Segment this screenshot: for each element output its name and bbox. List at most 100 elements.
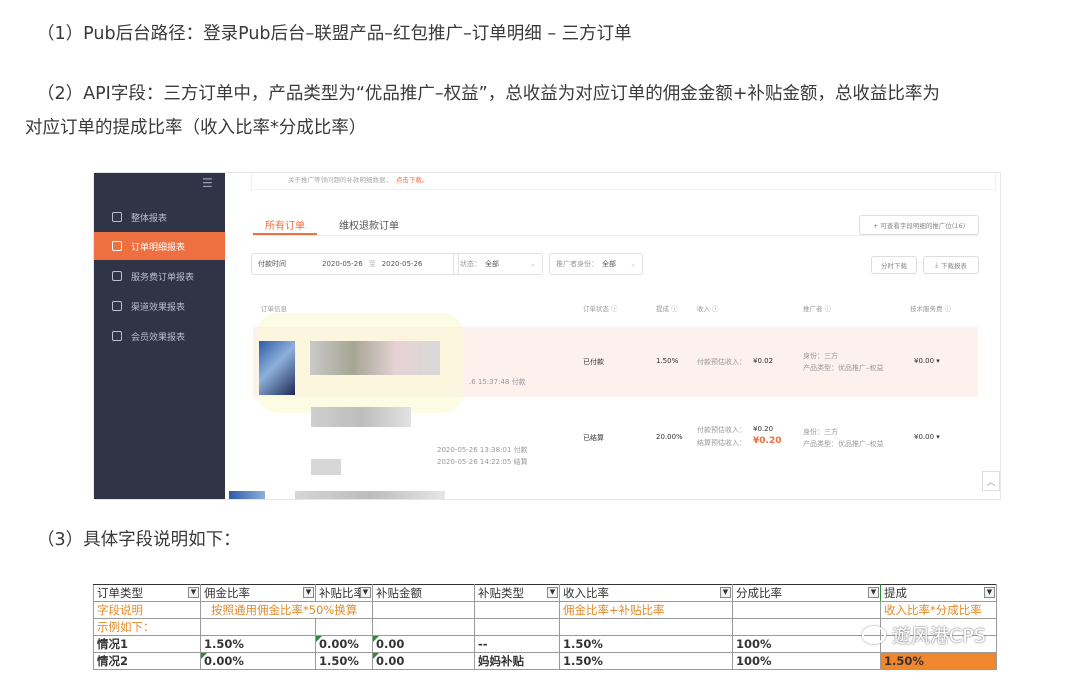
promoter-role: 身份：三方 (803, 428, 838, 436)
promoter-role: 身份：三方 (803, 352, 838, 360)
table-cell (559, 618, 733, 636)
table-cell (474, 618, 560, 636)
header-cell[interactable]: 补贴类型 ▼ (474, 584, 560, 602)
blurred-thumbnail (229, 491, 265, 499)
tech-fee[interactable]: ¥0.00 ▾ (914, 433, 940, 441)
filter-dropdown-icon[interactable]: ▼ (303, 587, 314, 598)
table-cell: 1.50% (559, 635, 733, 653)
table-row: 情况2 0.00% 1.50% 0.00 妈妈补贴 1.50% 100% 1.5… (93, 652, 997, 670)
blurred-title (310, 341, 440, 375)
blurred-thumbnail (311, 459, 341, 475)
sidebar-item-label: 整体报表 (131, 213, 168, 224)
table-cell (732, 601, 881, 619)
filter-dropdown-icon[interactable]: ▼ (547, 587, 558, 598)
income-value: ¥0.20 (753, 425, 774, 433)
header-label: 补贴金额 (376, 586, 422, 600)
income-value: ¥0.02 (753, 357, 774, 365)
header-label: 补贴类型 (478, 586, 524, 600)
filter-dropdown-icon[interactable]: ▼ (360, 587, 371, 598)
income-label: 付款预估收入： (697, 426, 746, 434)
menu-icon[interactable]: ☰ (202, 176, 213, 190)
sidebar-item-label: 会员效果报表 (131, 332, 186, 343)
date-to-input[interactable]: 2020-05-26 (382, 260, 423, 268)
sidebar-item-label: 渠道效果报表 (131, 302, 186, 313)
sidebar-item-service-fee[interactable]: 服务费订单报表 (94, 262, 225, 290)
header-cell[interactable]: 补贴比率 ▼ (315, 584, 373, 602)
order-status: 已付款 (583, 358, 604, 366)
tab-refund-orders[interactable]: 维权退款订单 (339, 217, 399, 232)
sidebar: ☰ 整体报表 订单明细报表 服务费订单报表 渠道效果报表 会员效果报表 (94, 173, 225, 499)
order-time: .6 15:37:48 付款 (469, 378, 526, 386)
tab-divider (253, 235, 978, 236)
header-label: 收入比率 (563, 586, 609, 600)
table-cell: 情况2 (93, 652, 201, 670)
header-cell[interactable]: 提成 ▼ (880, 584, 997, 602)
table-cell: 1.50% (880, 652, 997, 670)
table-cell: 按照通用佣金比率*50%换算 (200, 601, 373, 619)
header-label: 分成比率 (736, 586, 782, 600)
watermark-text: 遊风港CPS (892, 625, 986, 647)
sidebar-item-overview[interactable]: 整体报表 (94, 203, 225, 231)
blurred-title (295, 491, 445, 499)
table-cell: 100% (732, 635, 881, 653)
table-cell: 字段说明 (93, 601, 201, 619)
table-cell: 示例如下： (93, 618, 201, 636)
table-cell (732, 618, 881, 636)
sidebar-item-channel[interactable]: 渠道效果报表 (94, 292, 225, 320)
col-tech-fee: 技术服务费 ⓘ (910, 305, 952, 313)
role-filter[interactable]: 推广者身份： 全部 ⌄ (549, 253, 643, 275)
sidebar-item-member[interactable]: 会员效果报表 (94, 322, 225, 350)
tech-fee[interactable]: ¥0.00 ▾ (914, 357, 940, 365)
tab-all-orders[interactable]: 所有订单 (265, 217, 305, 232)
notice-download-link[interactable]: 点击下载。 (396, 176, 429, 184)
view-promotion-slots-button[interactable]: + 可查看字段明细的推广位(16) (859, 215, 979, 235)
order-rate: 1.50% (656, 357, 679, 365)
col-rate: 提成 ⓘ (656, 305, 678, 313)
promoter-product-type: 产品类型：优品推广–权益 (803, 364, 884, 372)
date-from-input[interactable]: 2020-05-26 (322, 260, 363, 268)
time-filter[interactable]: 付款时间 2020-05-26 至 2020-05-26 (251, 253, 459, 275)
notice-bar: 关于推广等领问题的补款明细数据， 点击下载。 (251, 173, 996, 190)
timed-download-button[interactable]: 分时下载 (871, 256, 917, 274)
blurred-title (311, 407, 411, 427)
paragraph-field-description: （3）具体字段说明如下： (37, 530, 241, 550)
sidebar-item-order-detail[interactable]: 订单明细报表 (94, 232, 225, 260)
table-cell: 妈妈补贴 (474, 652, 560, 670)
header-label: 佣金比率 (204, 586, 250, 600)
download-icon: ⤓ (935, 260, 938, 269)
status-value: 全部 (485, 260, 499, 268)
date-separator: 至 (368, 260, 376, 268)
download-report-label: 下载报表 (940, 262, 967, 270)
paragraph-api-fields: （2）API字段：三方订单中，产品类型为“优品推广–权益”，总收益为对应订单的佣… (37, 84, 940, 104)
header-cell[interactable]: 分成比率 ▼ (732, 584, 881, 602)
watermark: 遊风港CPS (862, 621, 986, 648)
filter-dropdown-icon[interactable]: ▼ (868, 587, 879, 598)
paragraph-path: （1）Pub后台路径：登录Pub后台–联盟产品–红包推广–订单明细 – 三方订单 (37, 24, 632, 44)
promoter-product-type: 产品类型：优品推广–权益 (803, 440, 884, 448)
cell-text: 按照通用佣金比率*50%换算 (211, 603, 358, 617)
status-label: 状态： (460, 260, 481, 268)
header-cell[interactable]: 收入比率 ▼ (559, 584, 733, 602)
filter-dropdown-icon[interactable]: ▼ (720, 587, 731, 598)
header-cell[interactable]: 补贴金额 (372, 584, 475, 602)
download-report-button[interactable]: ⤓ 下载报表 (923, 256, 979, 274)
status-filter[interactable]: 状态： 全部 ⌄ (453, 253, 543, 275)
notice-text: 关于推广等领问题的补款明细数据， (288, 176, 392, 184)
col-order-status: 订单状态 ⓘ (583, 305, 618, 313)
header-cell[interactable]: 订单类型 ▼ (93, 584, 201, 602)
table-cell (474, 601, 560, 619)
channel-icon (112, 301, 122, 311)
scroll-top-button[interactable]: ︿ (982, 471, 1000, 491)
col-income: 收入 ⓘ (697, 305, 719, 313)
sidebar-item-label: 订单明细报表 (131, 242, 186, 253)
order-status: 已结算 (583, 434, 604, 442)
embedded-screenshot: ☰ 整体报表 订单明细报表 服务费订单报表 渠道效果报表 会员效果报表 关于推广… (93, 172, 1001, 500)
col-promoter: 推广者 ⓘ (803, 305, 832, 313)
filter-dropdown-icon[interactable]: ▼ (188, 587, 199, 598)
filter-dropdown-icon[interactable]: ▼ (984, 587, 995, 598)
sidebar-item-label: 服务费订单报表 (131, 272, 195, 283)
time-type-select[interactable]: 付款时间 (258, 259, 286, 269)
role-label: 推广者身份： (556, 260, 598, 268)
header-cell[interactable]: 佣金比率 ▼ (200, 584, 316, 602)
table-cell: 1.50% (200, 635, 316, 653)
